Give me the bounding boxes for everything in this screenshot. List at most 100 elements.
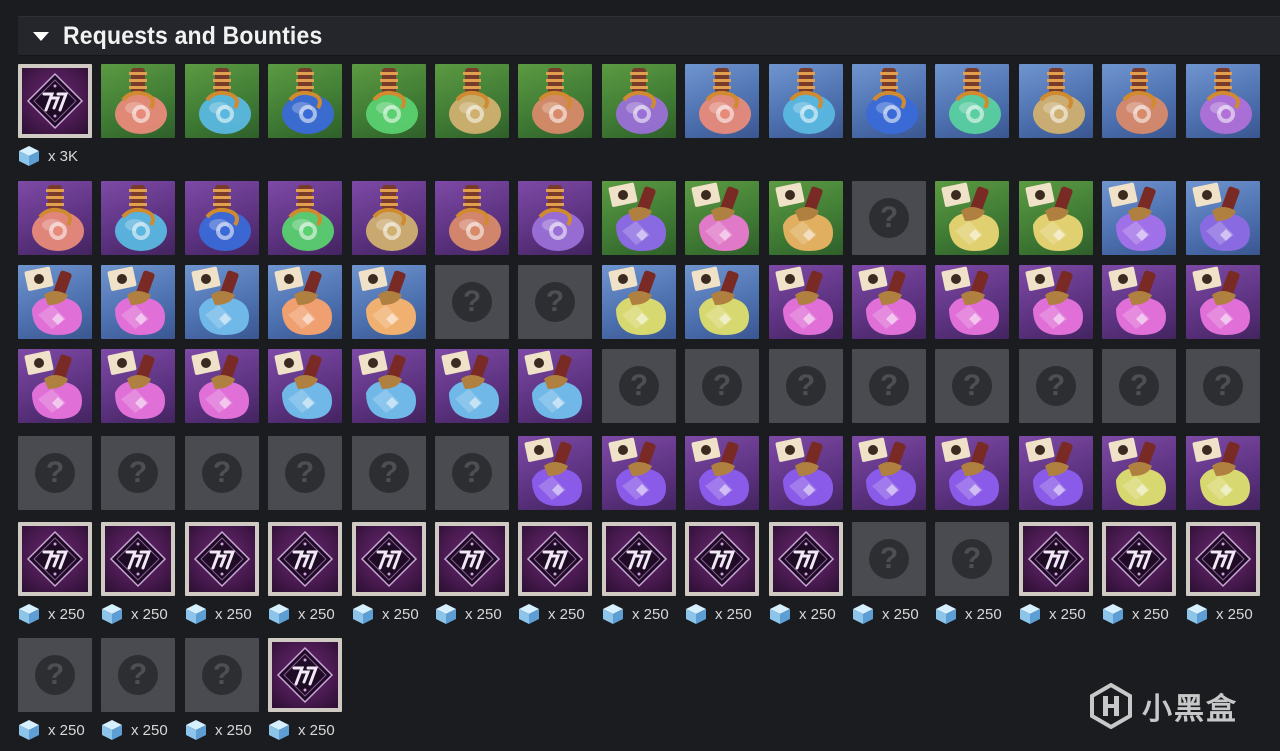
unknown-item[interactable]: ? [185,436,259,510]
potion-item[interactable] [185,181,259,255]
unknown-item[interactable]: ? [1019,349,1093,423]
bottle-item[interactable] [268,349,342,423]
engram-item[interactable] [1019,522,1093,596]
engram-item[interactable] [602,522,676,596]
unknown-item[interactable]: ? [352,436,426,510]
unknown-item[interactable]: ? [602,349,676,423]
bottle-item[interactable] [852,436,926,510]
bottle-item[interactable] [18,349,92,423]
bottle-item[interactable] [685,181,759,255]
unknown-item[interactable]: ? [1102,349,1176,423]
bottle-item[interactable] [18,265,92,339]
unknown-item[interactable]: ? [18,638,92,712]
bottle-item[interactable] [101,265,175,339]
potion-item[interactable] [602,64,676,138]
bottle-item[interactable] [1186,181,1260,255]
bottle-item[interactable] [185,265,259,339]
bottle-item[interactable] [769,181,843,255]
bottle-item[interactable] [685,265,759,339]
unknown-item[interactable]: ? [435,436,509,510]
bottle-item[interactable] [602,181,676,255]
bottle-item[interactable] [1102,265,1176,339]
bottle-item[interactable] [935,265,1009,339]
bottle-item[interactable] [185,349,259,423]
engram-icon [606,526,672,592]
potion-item[interactable] [352,181,426,255]
bottle-item[interactable] [935,436,1009,510]
unknown-item[interactable]: ? [268,436,342,510]
unknown-item[interactable]: ? [769,349,843,423]
potion-item[interactable] [685,64,759,138]
bottle-item[interactable] [769,436,843,510]
potion-item[interactable] [852,64,926,138]
engram-item[interactable] [685,522,759,596]
unknown-item[interactable]: ? [18,436,92,510]
tag-icon [24,350,82,419]
bottle-item[interactable] [1186,436,1260,510]
engram-item[interactable] [185,522,259,596]
potion-item[interactable] [352,64,426,138]
potion-item[interactable] [18,181,92,255]
bottle-item[interactable] [1102,436,1176,510]
engram-item[interactable] [18,522,92,596]
flask-icon [532,68,584,134]
potion-item[interactable] [101,181,175,255]
triangle-down-icon[interactable] [33,31,49,41]
unknown-item[interactable]: ? [935,522,1009,596]
potion-item[interactable] [518,64,592,138]
bottle-item[interactable] [518,436,592,510]
unknown-item[interactable]: ? [935,349,1009,423]
bottle-item[interactable] [1019,265,1093,339]
unknown-item[interactable]: ? [435,265,509,339]
unknown-item[interactable]: ? [101,436,175,510]
potion-item[interactable] [935,64,1009,138]
engram-item[interactable] [18,64,92,138]
bottle-item[interactable] [1102,181,1176,255]
potion-item[interactable] [101,64,175,138]
engram-item[interactable] [1102,522,1176,596]
bottle-item[interactable] [602,265,676,339]
engram-item[interactable] [352,522,426,596]
section-header-requests-and-bounties[interactable]: Requests and Bounties [18,16,1280,56]
potion-item[interactable] [1019,64,1093,138]
bottle-item[interactable] [518,349,592,423]
potion-item[interactable] [435,181,509,255]
bottle-item[interactable] [1019,181,1093,255]
unknown-item[interactable]: ? [185,638,259,712]
potion-item[interactable] [268,181,342,255]
unknown-item[interactable]: ? [101,638,175,712]
unknown-item[interactable]: ? [852,349,926,423]
bottle-item[interactable] [769,265,843,339]
bottle-item[interactable] [1186,265,1260,339]
potion-item[interactable] [268,64,342,138]
bottle-item[interactable] [852,265,926,339]
unknown-item[interactable]: ? [1186,349,1260,423]
bottle-item[interactable] [435,349,509,423]
unknown-item[interactable]: ? [852,181,926,255]
potion-item[interactable] [518,181,592,255]
engram-item[interactable] [101,522,175,596]
bottle-item[interactable] [352,349,426,423]
engram-item[interactable] [1186,522,1260,596]
unknown-item[interactable]: ? [685,349,759,423]
engram-item[interactable] [518,522,592,596]
potion-item[interactable] [435,64,509,138]
bottle-item[interactable] [101,349,175,423]
engram-item[interactable] [435,522,509,596]
engram-item[interactable] [268,638,342,712]
unknown-item[interactable]: ? [518,265,592,339]
potion-item[interactable] [769,64,843,138]
bottle-item[interactable] [685,436,759,510]
bottle-item[interactable] [268,265,342,339]
unknown-item[interactable]: ? [852,522,926,596]
bottle-item[interactable] [935,181,1009,255]
bottle-item[interactable] [1019,436,1093,510]
tag-icon [691,437,749,506]
potion-item[interactable] [1102,64,1176,138]
engram-item[interactable] [268,522,342,596]
bottle-item[interactable] [352,265,426,339]
potion-item[interactable] [185,64,259,138]
potion-item[interactable] [1186,64,1260,138]
bottle-item[interactable] [602,436,676,510]
engram-item[interactable] [769,522,843,596]
